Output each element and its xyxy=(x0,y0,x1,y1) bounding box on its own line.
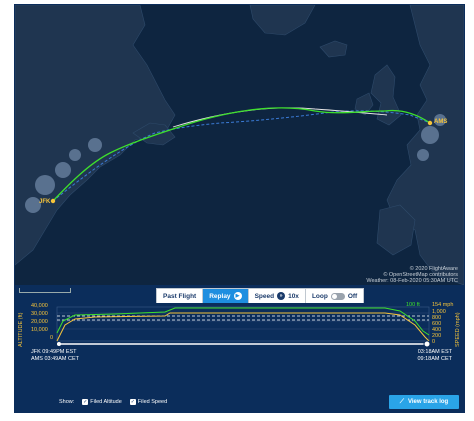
loop-toggle[interactable] xyxy=(330,292,345,300)
play-icon: ▶ xyxy=(233,292,242,300)
replay-button[interactable]: Replay ▶ xyxy=(203,289,249,303)
past-flight-tab[interactable]: Past Flight xyxy=(157,289,204,303)
speed-control[interactable]: Speed » 10x xyxy=(249,289,306,303)
weather-timestamp: Weather: 08-Feb-2020 05:30AM UTC xyxy=(366,278,458,284)
altitude-tick: 10,000 xyxy=(31,327,48,333)
flight-tracker-frame: JFK AMS © 2020 FlightAware © OpenStreetM… xyxy=(14,4,465,413)
chart-icon: ⟋ xyxy=(399,398,404,405)
destination-airport-label: AMS xyxy=(434,119,448,125)
current-speed: 154 mph xyxy=(432,302,454,308)
origin-airport-label: JFK xyxy=(39,199,51,205)
view-track-log-button[interactable]: ⟋ View track log xyxy=(389,395,459,409)
altitude-tick: 30,000 xyxy=(31,311,48,317)
arrival-times: 03:18AM EST 09:18AM CET xyxy=(417,349,452,363)
past-flight-label: Past Flight xyxy=(163,292,197,300)
speed-label: Speed xyxy=(254,292,275,300)
timeline-scrubber[interactable] xyxy=(423,340,431,348)
chart-area xyxy=(56,306,430,342)
speed-value: 10x xyxy=(288,292,299,300)
view-track-log-label: View track log xyxy=(407,399,449,405)
filed-speed-toggle[interactable]: ✓ Filed Speed xyxy=(129,399,168,405)
loop-label: Loop xyxy=(311,292,328,300)
playback-controls: Past Flight Replay ▶ Speed » 10x Loop Of… xyxy=(156,288,365,304)
altitude-axis-label: ALTITUDE (ft) xyxy=(18,312,24,347)
loop-control[interactable]: Loop Off xyxy=(306,289,363,303)
destination-airport-marker[interactable] xyxy=(427,120,433,126)
current-altitude: 100 ft xyxy=(406,302,420,308)
filed-speed-label: Filed Speed xyxy=(137,399,168,405)
altitude-tick: 40,000 xyxy=(31,303,48,309)
departure-times: JFK 09:49PM EST AMS 03:49AM CET xyxy=(31,349,79,363)
altitude-series xyxy=(56,312,430,342)
departure-time-local: JFK 09:49PM EST xyxy=(31,349,77,355)
replay-label: Replay xyxy=(209,292,231,300)
filed-altitude-label: Filed Altitude xyxy=(90,399,122,405)
loop-state: Off xyxy=(347,292,358,300)
filed-altitude-toggle[interactable]: ✓ Filed Altitude xyxy=(82,399,122,405)
speed-axis-label: SPEED (mph) xyxy=(455,312,461,347)
arrival-time-destination: 09:18AM CET xyxy=(417,356,452,362)
timeline-start-marker xyxy=(57,342,61,346)
speed-series xyxy=(56,307,430,336)
speed-tick: 0 xyxy=(432,339,436,345)
arrival-time-origin: 03:18AM EST xyxy=(417,349,452,355)
fast-forward-icon: » xyxy=(277,292,286,300)
show-label: Show: xyxy=(59,399,75,405)
chart-legend: Show: ✓ Filed Altitude ✓ Filed Speed xyxy=(59,399,167,405)
checkbox-icon: ✓ xyxy=(129,399,136,405)
flight-map[interactable]: JFK AMS © 2020 FlightAware © OpenStreetM… xyxy=(15,5,464,285)
departure-time-destination: AMS 03:49AM CET xyxy=(31,356,79,362)
map-scale-bar xyxy=(19,288,71,293)
altitude-tick: 0 xyxy=(50,335,54,341)
map-canvas xyxy=(15,5,464,285)
flight-profile-panel: ALTITUDE (ft) SPEED (mph) 40,000 30,000 … xyxy=(15,302,464,412)
altitude-tick: 20,000 xyxy=(31,319,48,325)
origin-airport-marker[interactable] xyxy=(50,198,56,204)
checkbox-icon: ✓ xyxy=(82,399,89,405)
